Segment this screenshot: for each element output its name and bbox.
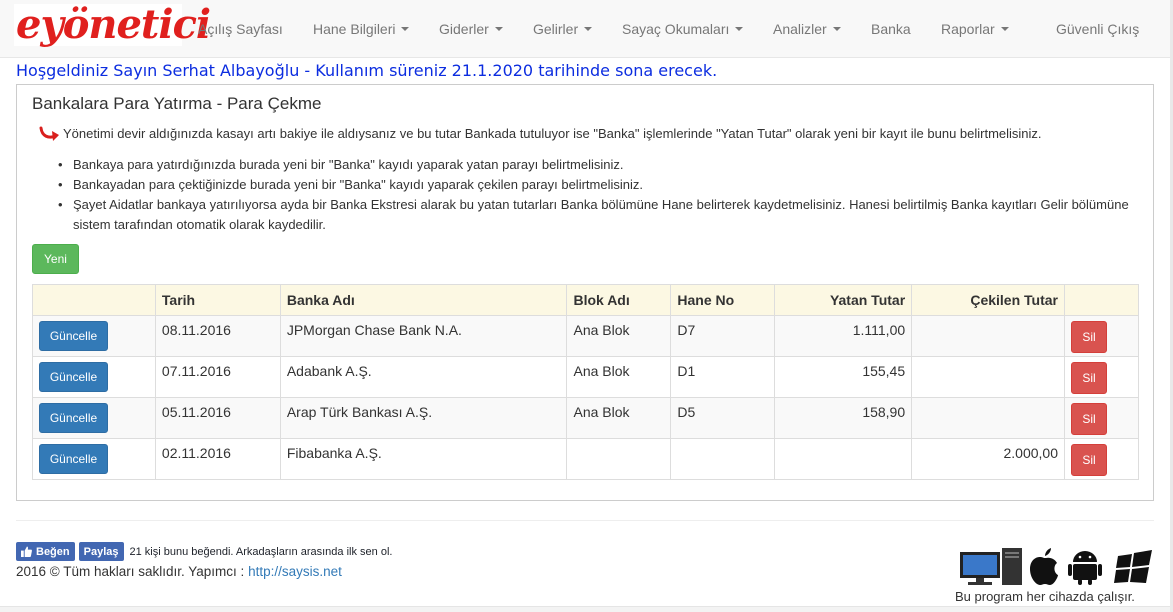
cell-date: 07.11.2016 <box>154 356 281 398</box>
nav-household[interactable]: Hane Bilgileri <box>313 0 410 58</box>
cell-bank: Arap Türk Bankası A.Ş. <box>279 397 568 439</box>
table-row: Güncelle 07.11.2016 Adabank A.Ş. Ana Blo… <box>32 356 1140 398</box>
cell-withdrawal: 2.000,00 <box>911 438 1065 480</box>
list-item: Bankayadan para çektiğinizde burada yeni… <box>58 175 1138 195</box>
cell-deposit: 158,90 <box>774 397 913 439</box>
nav-logout[interactable]: Güvenli Çıkış <box>1056 0 1139 58</box>
nav-income[interactable]: Gelirler <box>533 0 593 58</box>
cell-bank: Fibabanka A.Ş. <box>279 438 568 480</box>
cell-house: D7 <box>670 315 776 357</box>
info-text: Yönetimi devir aldığınızda kasayı artı b… <box>63 126 1042 141</box>
cell-block: Ana Blok <box>566 315 672 357</box>
brand-logo-text: eyönetici <box>16 1 211 48</box>
windows-icon <box>1114 550 1152 583</box>
curved-arrow-icon <box>39 126 59 141</box>
cell-bank: JPMorgan Chase Bank N.A. <box>279 315 568 357</box>
cell-date: 05.11.2016 <box>154 397 281 439</box>
footer-divider <box>16 520 1154 521</box>
device-icons <box>960 548 1152 585</box>
facebook-like-button[interactable]: Beğen <box>16 542 75 561</box>
cell-date: 02.11.2016 <box>154 438 281 480</box>
column-header <box>1063 284 1140 316</box>
cell-withdrawal <box>911 356 1065 398</box>
caret-down-icon <box>1000 27 1009 31</box>
delete-button[interactable]: Sil <box>1070 403 1107 435</box>
update-button[interactable]: Güncelle <box>39 362 108 392</box>
list-item: Bankaya para yatırdığınızda burada yeni … <box>58 155 1138 175</box>
table-row: Güncelle 02.11.2016 Fibabanka A.Ş. 2.000… <box>32 438 1140 480</box>
column-header-house: Hane No <box>670 284 776 316</box>
facebook-share-button[interactable]: Paylaş <box>78 542 124 561</box>
bank-table: Tarih Banka Adı Blok Adı Hane No Yatan T… <box>32 284 1140 480</box>
nav-bank[interactable]: Banka <box>871 0 911 58</box>
table-header-row: Tarih Banka Adı Blok Adı Hane No Yatan T… <box>32 284 1140 316</box>
caret-down-icon <box>735 27 744 31</box>
cell-house: D1 <box>670 356 776 398</box>
caret-down-icon <box>832 27 841 31</box>
cell-block: Ana Blok <box>566 356 672 398</box>
cell-house <box>670 438 776 480</box>
delete-button[interactable]: Sil <box>1070 321 1107 353</box>
cell-bank: Adabank A.Ş. <box>279 356 568 398</box>
column-header-block: Blok Adı <box>566 284 672 316</box>
new-button[interactable]: Yeni <box>32 244 79 274</box>
update-button[interactable]: Güncelle <box>39 444 108 474</box>
thumbs-up-icon <box>21 546 32 557</box>
update-button[interactable]: Güncelle <box>39 321 108 351</box>
copyright: 2016 © Tüm hakları saklıdır. Yapımcı : h… <box>16 564 342 579</box>
facebook-widget: Beğen Paylaş 21 kişi bunu beğendi. Arkad… <box>16 542 392 561</box>
cell-date: 08.11.2016 <box>154 315 281 357</box>
devices-caption: Bu program her cihazda çalışır. <box>955 589 1135 604</box>
cell-deposit <box>774 438 913 480</box>
brand-logo[interactable]: eyönetici <box>14 1 211 48</box>
cell-deposit: 1.111,00 <box>774 315 913 357</box>
nav-analysis[interactable]: Analizler <box>773 0 841 58</box>
like-count-text: 21 kişi bunu beğendi. Arkadaşların arası… <box>129 545 393 558</box>
table-row: Güncelle 05.11.2016 Arap Türk Bankası A.… <box>32 397 1140 439</box>
page-title: Bankalara Para Yatırma - Para Çekme <box>32 94 322 113</box>
welcome-message: Hoşgeldiniz Sayın Serhat Albayoğlu - Kul… <box>16 61 718 80</box>
desktop-icon <box>960 548 1022 585</box>
android-icon <box>1068 551 1102 585</box>
update-button[interactable]: Güncelle <box>39 403 108 433</box>
cell-deposit: 155,45 <box>774 356 913 398</box>
cell-house: D5 <box>670 397 776 439</box>
delete-button[interactable]: Sil <box>1070 444 1107 476</box>
cell-withdrawal <box>911 397 1065 439</box>
cell-block <box>566 438 672 480</box>
cell-block: Ana Blok <box>566 397 672 439</box>
delete-button[interactable]: Sil <box>1070 362 1107 394</box>
nav-home[interactable]: Açılış Sayfası <box>198 0 283 58</box>
caret-down-icon <box>584 27 593 31</box>
navbar: eyönetici Açılış Sayfası Hane Bilgileri … <box>0 0 1173 58</box>
bottom-border <box>0 606 1173 612</box>
instruction-list: Bankaya para yatırdığınızda burada yeni … <box>58 155 1138 235</box>
nav-expenses[interactable]: Giderler <box>439 0 503 58</box>
caret-down-icon <box>494 27 503 31</box>
bank-panel: Bankalara Para Yatırma - Para Çekme Yöne… <box>16 84 1154 501</box>
cell-withdrawal <box>911 315 1065 357</box>
column-header-bank: Banka Adı <box>279 284 568 316</box>
table-row: Güncelle 08.11.2016 JPMorgan Chase Bank … <box>32 315 1140 357</box>
apple-icon <box>1030 548 1058 585</box>
maker-link[interactable]: http://saysis.net <box>248 564 342 579</box>
column-header-withdrawal: Çekilen Tutar <box>911 284 1065 316</box>
caret-down-icon <box>401 27 410 31</box>
nav-meter-readings[interactable]: Sayaç Okumaları <box>622 0 744 58</box>
column-header <box>32 284 156 316</box>
nav-reports[interactable]: Raporlar <box>941 0 1009 58</box>
list-item: Şayet Aidatlar bankaya yatırılıyorsa ayd… <box>58 195 1138 235</box>
column-header-deposit: Yatan Tutar <box>774 284 913 316</box>
column-header-date: Tarih <box>154 284 281 316</box>
